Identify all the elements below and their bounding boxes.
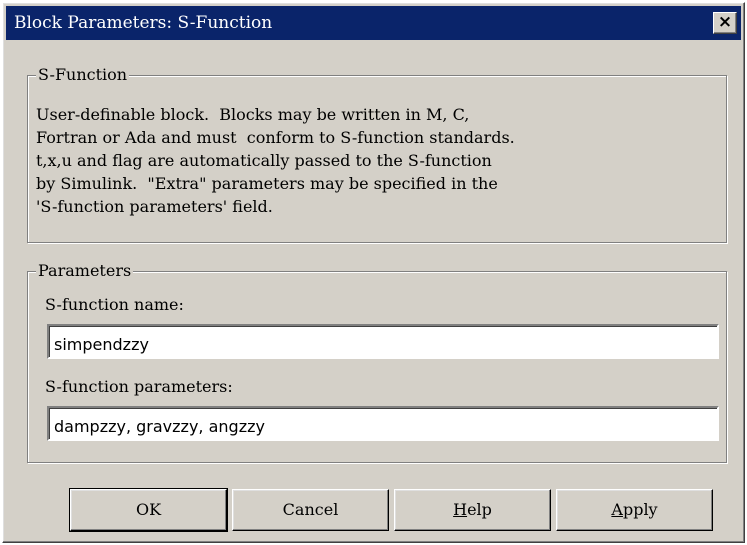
- help-label-rest: elp: [467, 500, 492, 519]
- parameters-groupbox: Parameters S-function name: S-function p…: [27, 260, 727, 463]
- title-bar[interactable]: Block Parameters: S-Function ×: [6, 6, 741, 40]
- sfunction-group-legend: S-Function: [36, 64, 130, 86]
- sfunction-name-input[interactable]: [47, 324, 719, 359]
- help-button[interactable]: Help: [394, 489, 551, 531]
- window-title: Block Parameters: S-Function: [14, 13, 273, 33]
- sfunction-groupbox: S-Function User-definable block. Blocks …: [27, 64, 727, 243]
- sfunction-description: User-definable block. Blocks may be writ…: [36, 105, 515, 216]
- sfunction-parameters-label: S-function parameters:: [45, 377, 233, 396]
- cancel-button[interactable]: Cancel: [232, 489, 389, 531]
- parameters-group-legend: Parameters: [36, 260, 134, 282]
- apply-button[interactable]: Apply: [556, 489, 713, 531]
- help-mnemonic: H: [453, 500, 468, 519]
- sfunction-parameters-input[interactable]: [47, 406, 719, 441]
- block-parameters-dialog: Block Parameters: S-Function × S-Functio…: [2, 2, 745, 543]
- close-icon: ×: [717, 12, 733, 32]
- apply-mnemonic: A: [611, 500, 623, 519]
- ok-button[interactable]: OK: [69, 488, 228, 532]
- sfunction-name-label: S-function name:: [45, 295, 184, 314]
- close-button[interactable]: ×: [713, 12, 737, 34]
- apply-label-rest: pply: [622, 500, 658, 519]
